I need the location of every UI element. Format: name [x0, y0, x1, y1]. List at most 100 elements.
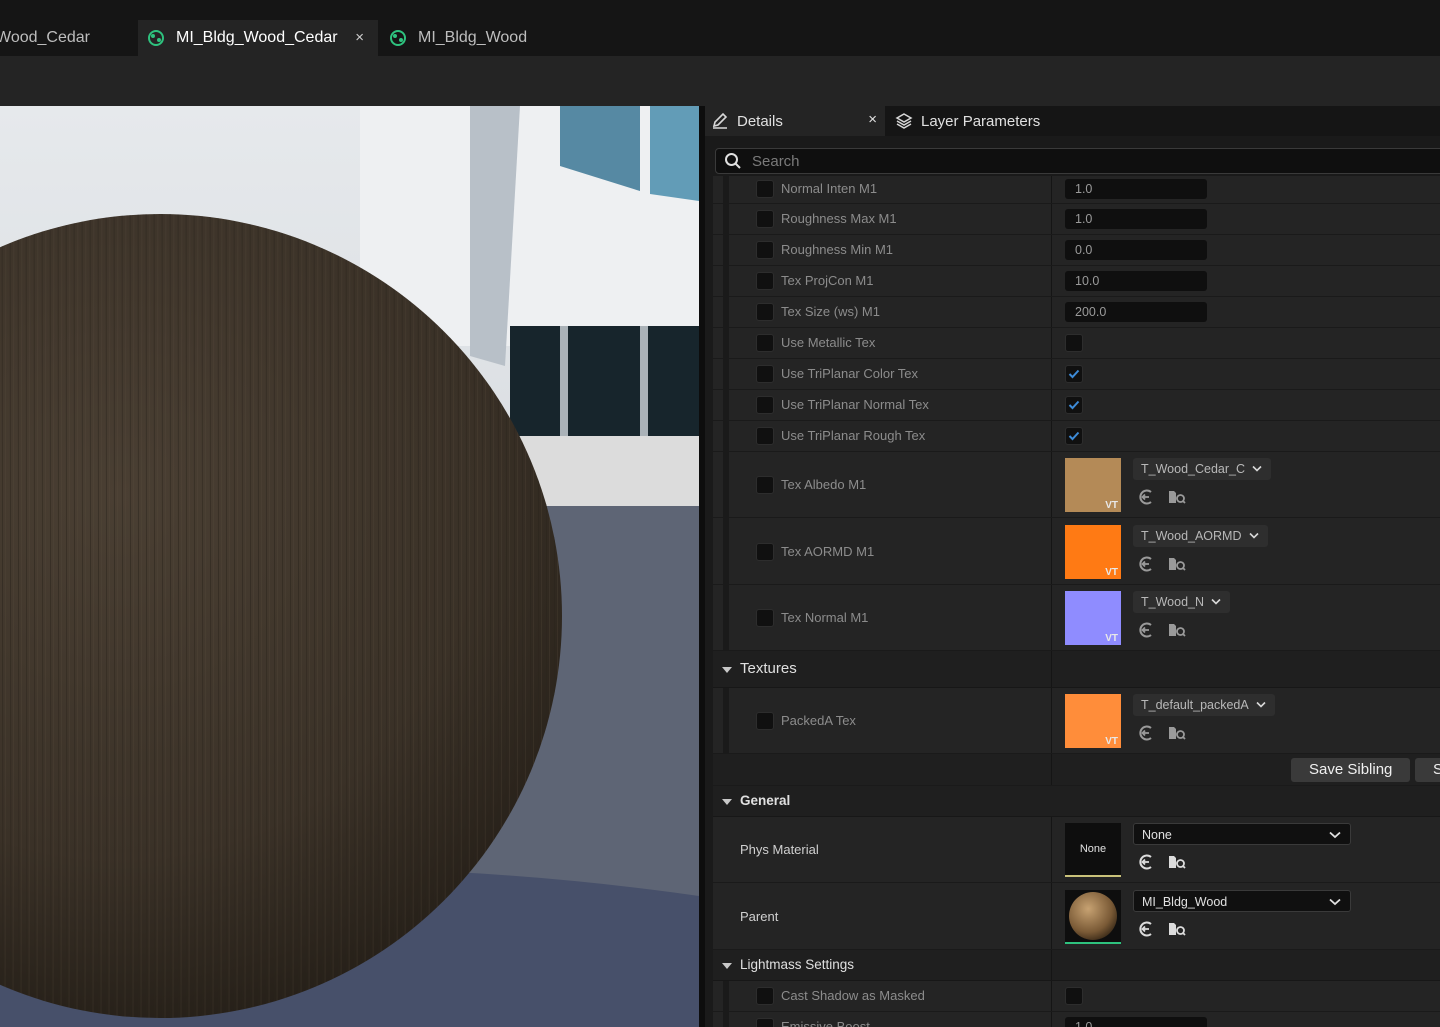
material-preview-viewport[interactable] — [0, 106, 699, 1027]
property-list: Normal Inten M1 1.0 Roughness Max M1 1.0… — [705, 176, 1440, 1027]
texture-thumbnail[interactable]: VT — [1065, 694, 1121, 748]
section-header-lightmass[interactable]: Lightmass Settings — [713, 950, 1440, 981]
override-checkbox[interactable] — [756, 427, 774, 445]
tab-layer-parameters[interactable]: Layer Parameters — [895, 106, 1075, 136]
property-row: Use TriPlanar Rough Tex — [713, 421, 1440, 452]
preview-scene — [0, 106, 699, 1027]
tab-details[interactable]: Details × — [705, 106, 885, 136]
asset-name: T_default_packedA — [1141, 698, 1249, 712]
property-value-field[interactable]: 10.0 — [1065, 271, 1207, 291]
override-checkbox[interactable] — [756, 1018, 774, 1027]
property-value-field[interactable]: 0.0 — [1065, 240, 1207, 260]
use-selected-asset-icon[interactable] — [1137, 724, 1155, 742]
texture-thumbnail[interactable]: VT — [1065, 525, 1121, 579]
search-input[interactable] — [750, 151, 1394, 171]
tab-label: Layer Parameters — [921, 112, 1041, 130]
close-tab-icon[interactable]: × — [868, 111, 877, 128]
pencil-icon — [712, 112, 728, 129]
browse-asset-icon[interactable] — [1167, 724, 1187, 742]
override-checkbox[interactable] — [756, 987, 774, 1005]
layers-icon — [895, 113, 913, 129]
property-label: PackedA Tex — [781, 713, 856, 728]
use-selected-asset-icon[interactable] — [1137, 488, 1155, 506]
property-label: Use TriPlanar Color Tex — [781, 366, 919, 381]
asset-picker-dropdown[interactable]: T_default_packedA — [1133, 694, 1275, 716]
browse-asset-icon[interactable] — [1167, 853, 1187, 871]
collapse-arrow-icon — [722, 963, 732, 969]
property-value-field[interactable]: 200.0 — [1065, 302, 1207, 322]
property-row: Use TriPlanar Color Tex — [713, 359, 1440, 390]
value-checkbox[interactable] — [1065, 987, 1083, 1005]
texture-row-aormd: Tex AORMD M1 VT T_Wood_AORMD — [713, 518, 1440, 585]
material-sphere-icon — [1069, 892, 1117, 940]
browse-asset-icon[interactable] — [1167, 488, 1187, 506]
override-checkbox[interactable] — [756, 543, 774, 561]
property-label: Roughness Min M1 — [781, 242, 893, 257]
browse-asset-icon[interactable] — [1167, 621, 1187, 639]
property-label: Parent — [740, 909, 779, 924]
phys-material-thumbnail[interactable]: None — [1065, 823, 1121, 877]
phys-material-dropdown[interactable]: None — [1133, 823, 1351, 845]
property-label: Roughness Max M1 — [781, 211, 897, 226]
checkmark-icon — [1068, 369, 1080, 379]
override-checkbox[interactable] — [756, 609, 774, 627]
property-row: Cast Shadow as Masked — [713, 981, 1440, 1012]
property-label: Use Metallic Tex — [781, 335, 876, 350]
property-label: Tex AORMD M1 — [781, 544, 875, 559]
property-value-field[interactable]: 1.0 — [1065, 179, 1207, 199]
search-box[interactable] — [715, 148, 1440, 174]
override-checkbox[interactable] — [756, 365, 774, 383]
override-checkbox[interactable] — [756, 712, 774, 730]
use-selected-asset-icon[interactable] — [1137, 555, 1155, 573]
save-child-button[interactable]: Save Child — [1415, 758, 1440, 782]
asset-picker-dropdown[interactable]: T_Wood_AORMD — [1133, 525, 1268, 547]
override-checkbox[interactable] — [756, 334, 774, 352]
section-title: Textures — [740, 660, 797, 677]
asset-picker-dropdown[interactable]: T_Wood_N — [1133, 591, 1230, 613]
texture-thumbnail[interactable]: VT — [1065, 458, 1121, 512]
override-checkbox[interactable] — [756, 210, 774, 228]
override-checkbox[interactable] — [756, 272, 774, 290]
tab-mi-bldg-wood-cedar[interactable]: MI_Bldg_Wood_Cedar × — [138, 20, 378, 56]
property-row: Use TriPlanar Normal Tex — [713, 390, 1440, 421]
use-selected-asset-icon[interactable] — [1137, 853, 1155, 871]
override-checkbox[interactable] — [756, 396, 774, 414]
parent-material-thumbnail[interactable] — [1065, 890, 1121, 944]
asset-picker-dropdown[interactable]: T_Wood_Cedar_C — [1133, 458, 1271, 480]
close-tab-icon[interactable]: × — [355, 29, 364, 46]
browse-asset-icon[interactable] — [1167, 920, 1187, 938]
override-checkbox[interactable] — [756, 476, 774, 494]
property-row: Emissive Boost 1.0 — [713, 1012, 1440, 1027]
save-actions-row: Save Sibling Save Child — [713, 754, 1440, 786]
property-value-field[interactable]: 1.0 — [1065, 209, 1207, 229]
property-value-field[interactable]: 1.0 — [1065, 1017, 1207, 1027]
checkmark-icon — [1068, 400, 1080, 410]
tab-wood-cedar[interactable]: Wood_Cedar — [0, 20, 134, 56]
value-checkbox[interactable] — [1065, 334, 1083, 352]
value-checkbox[interactable] — [1065, 365, 1083, 383]
override-checkbox[interactable] — [756, 180, 774, 198]
asset-name: T_Wood_Cedar_C — [1141, 462, 1245, 476]
browse-asset-icon[interactable] — [1167, 555, 1187, 573]
use-selected-asset-icon[interactable] — [1137, 920, 1155, 938]
value-checkbox[interactable] — [1065, 396, 1083, 414]
chevron-down-icon — [1256, 701, 1266, 708]
section-header-textures[interactable]: Textures — [713, 651, 1440, 688]
property-label: Use TriPlanar Normal Tex — [781, 397, 929, 412]
texture-thumbnail[interactable]: VT — [1065, 591, 1121, 645]
use-selected-asset-icon[interactable] — [1137, 621, 1155, 639]
property-row: Normal Inten M1 1.0 — [713, 176, 1440, 204]
tab-mi-bldg-wood[interactable]: MI_Bldg_Wood — [388, 20, 558, 56]
save-sibling-button[interactable]: Save Sibling — [1291, 758, 1411, 782]
chevron-down-icon — [1329, 831, 1341, 839]
vt-badge: VT — [1105, 567, 1118, 578]
value-checkbox[interactable] — [1065, 427, 1083, 445]
texture-row-packed: PackedA Tex VT T_default_packedA — [713, 688, 1440, 754]
override-checkbox[interactable] — [756, 303, 774, 321]
collapse-arrow-icon — [722, 799, 732, 805]
property-label: Emissive Boost — [781, 1019, 870, 1027]
override-checkbox[interactable] — [756, 241, 774, 259]
section-header-general[interactable]: General — [713, 786, 1440, 817]
parent-dropdown[interactable]: MI_Bldg_Wood — [1133, 890, 1351, 912]
property-label: Phys Material — [740, 842, 819, 857]
